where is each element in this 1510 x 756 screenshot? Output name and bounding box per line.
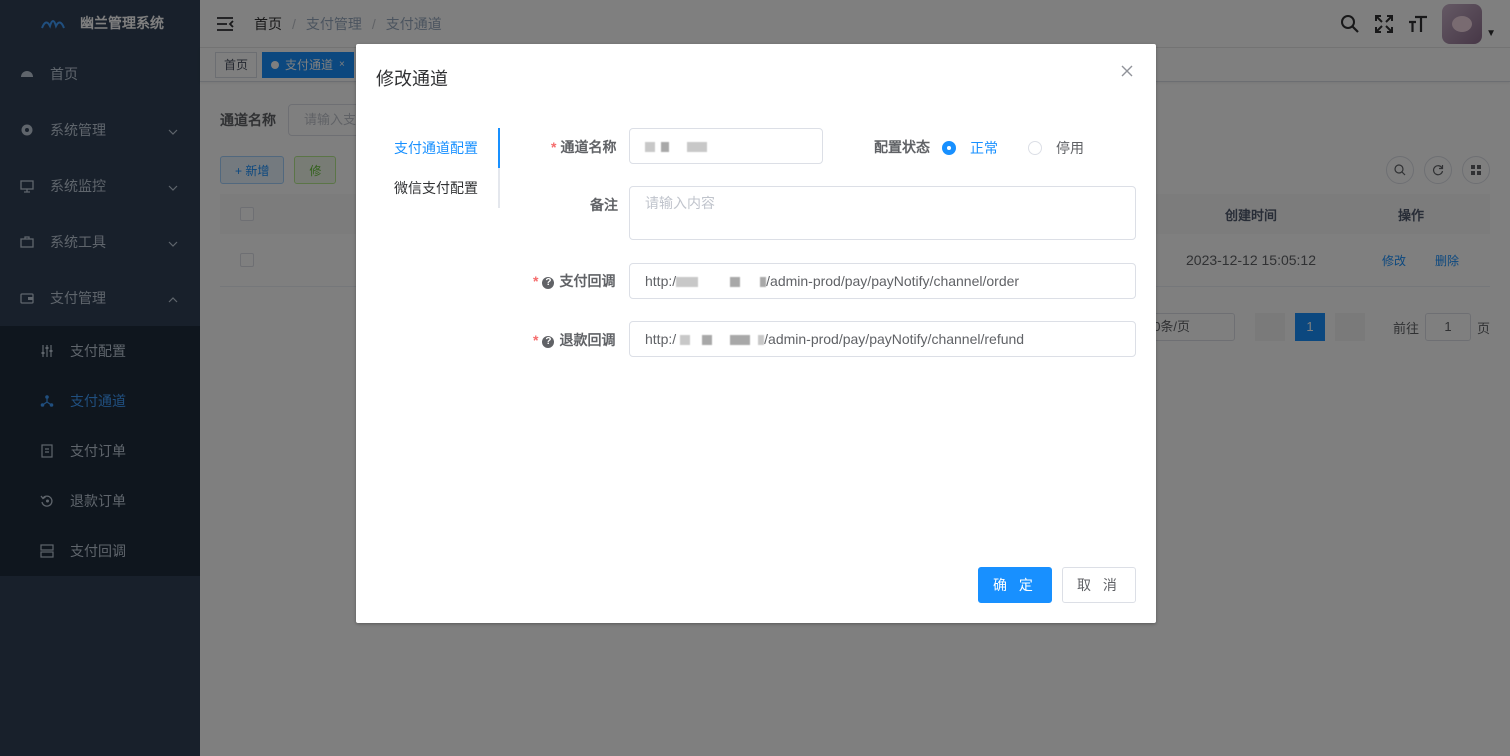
redacted-text [760,277,767,288]
pay-callback-label: *? 支付回调 [533,271,615,291]
radio-unchecked-icon [1028,141,1042,155]
refund-callback-prefix: http:/ [645,331,677,347]
refund-callback-input[interactable]: http:/ /admin-prod/pay/payNotify/channel/… [629,321,1136,357]
status-label: 配置状态 [874,139,930,155]
remark-label: 备注 [590,197,618,213]
tab-wechat-pay-config[interactable]: 微信支付配置 [376,168,498,208]
redacted-text [730,277,741,288]
redacted-text [702,335,713,346]
refund-callback-suffix: /admin-prod/pay/payNotify/channel/refund [764,331,1025,347]
redacted-text [686,142,707,153]
channel-name-label: * 通道名称 [551,137,616,157]
channel-name-label-text: 通道名称 [560,139,617,155]
redacted-text [660,142,669,153]
tab-pay-channel-config[interactable]: 支付通道配置 [376,128,500,168]
required-asterisk: * [533,273,539,289]
pay-callback-label-text: 支付回调 [559,273,616,289]
dialog-tabs: 支付通道配置 微信支付配置 [376,128,500,208]
refund-callback-label: *? 退款回调 [533,330,615,350]
edit-channel-dialog: 修改通道 支付通道配置 微信支付配置 * 通道名称 配置状态 正常 停用 备注 请… [356,44,1156,623]
required-asterisk: * [551,139,557,155]
pay-callback-prefix: http:/ [645,273,677,289]
redacted-text [645,142,655,153]
redacted-text [758,335,765,346]
cancel-button[interactable]: 取 消 [1062,567,1136,603]
pay-callback-input[interactable]: http:/ /admin-prod/pay/payNotify/channel/… [629,263,1136,299]
refund-callback-label-text: 退款回调 [559,332,616,348]
question-icon[interactable]: ? [542,336,555,348]
dialog-title: 修改通道 [376,69,448,89]
radio-checked-icon [942,141,956,155]
status-radio-normal[interactable]: 正常 [942,138,998,158]
confirm-button[interactable]: 确 定 [978,567,1052,603]
redacted-text [680,335,691,346]
radio-label: 停用 [1056,140,1084,156]
redacted-text [676,277,699,288]
radio-label: 正常 [970,140,998,156]
required-asterisk: * [533,332,539,348]
question-icon[interactable]: ? [542,277,555,289]
redacted-text [730,335,751,346]
pay-callback-suffix: /admin-prod/pay/payNotify/channel/order [766,273,1020,289]
channel-name-input[interactable] [629,128,823,164]
status-radio-disabled[interactable]: 停用 [1028,138,1084,158]
close-icon[interactable] [1120,64,1134,78]
remark-textarea[interactable]: 请输入内容 [629,186,1136,240]
